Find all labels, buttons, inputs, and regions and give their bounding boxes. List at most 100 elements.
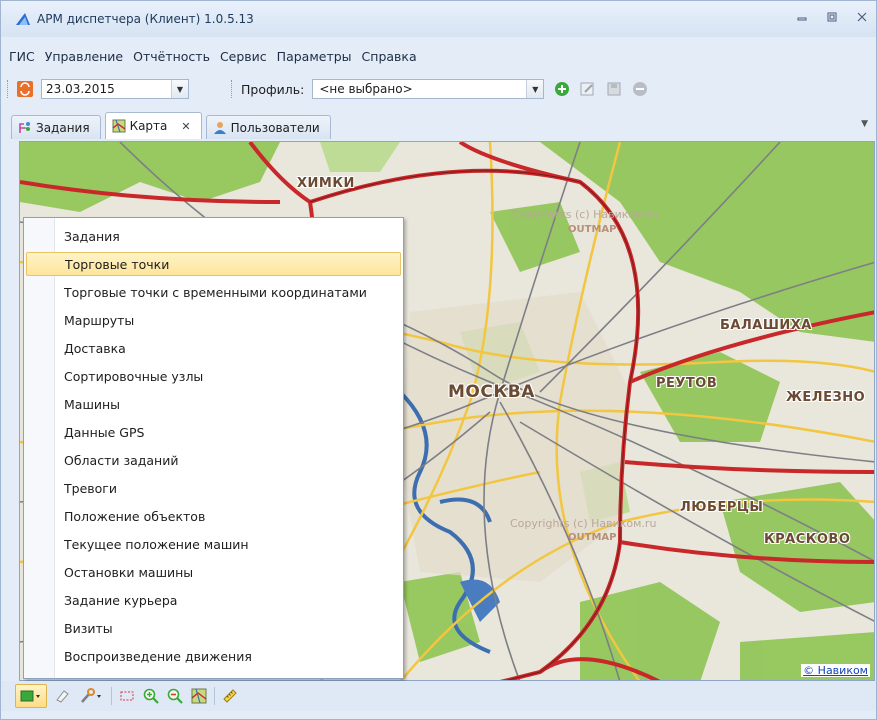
menu-item-label: Тревоги [64, 480, 117, 496]
profile-value: <не выбрано> [319, 82, 413, 96]
menu-bar: ГИС Управление Отчётность Сервис Парамет… [1, 45, 423, 67]
menu-item-label: Визиты [64, 620, 113, 636]
save-profile-icon[interactable] [606, 81, 622, 97]
map-view-icon [191, 688, 207, 704]
profile-select[interactable]: <не выбрано> ▼ [312, 79, 545, 99]
maximize-button[interactable] [824, 9, 840, 25]
map-icon [112, 119, 126, 133]
tab-users-label: Пользователи [230, 120, 320, 135]
zoom-in-icon [143, 688, 159, 704]
map-label-reutov: РЕУТОВ [656, 376, 718, 391]
date-dropdown-button[interactable]: ▼ [171, 80, 188, 98]
select-rect-button[interactable] [118, 687, 136, 705]
menu-item-label: Данные GPS [64, 424, 145, 440]
map-view-button[interactable] [190, 687, 208, 705]
toolbar-grip[interactable] [7, 80, 11, 98]
refresh-icon[interactable] [17, 81, 33, 97]
wrench-icon [81, 688, 101, 703]
menu-help[interactable]: Справка [358, 49, 421, 64]
layers-menu-item[interactable]: Доставка [26, 336, 401, 360]
layers-menu-item[interactable]: Тревоги [26, 476, 401, 500]
tabs-overflow-icon[interactable]: ▼ [861, 119, 868, 129]
tab-tasks[interactable]: Задания [11, 115, 101, 139]
menu-item-label: Задания [64, 228, 120, 244]
layers-menu-item[interactable]: Визиты [26, 616, 401, 640]
menu-item-label: Доставка [64, 340, 126, 356]
layers-menu: Задания Торговые точки Торговые точки с … [23, 217, 404, 679]
map-outmap-2: OUTMAP [568, 532, 617, 543]
map-label-zheleznodor: ЖЕЛЕЗНО [786, 390, 866, 405]
menu-item-label: Воспроизведение движения [64, 648, 252, 664]
layers-menu-item[interactable]: Данные GPS [26, 420, 401, 444]
toolbar-separator [214, 687, 215, 705]
menu-item-label: Машины [64, 396, 121, 412]
map-copyright-2: Copyrights (c) Навиком.ru [510, 517, 657, 530]
edit-profile-icon[interactable] [580, 81, 596, 97]
layers-menu-item[interactable]: Задания [26, 224, 401, 248]
toolbar-separator [111, 687, 112, 705]
map-label-lyubertsy: ЛЮБЕРЦЫ [680, 500, 764, 515]
map-outmap-1: OUTMAP [568, 224, 617, 235]
maximize-icon [827, 12, 837, 22]
tab-tasks-label: Задания [36, 120, 90, 135]
map-label-moskva: МОСКВА [448, 382, 535, 402]
map-label-kraskovo: КРАСКОВО [764, 532, 851, 547]
tab-map[interactable]: Карта ✕ [104, 112, 202, 139]
layers-button[interactable] [15, 684, 47, 708]
eraser-button[interactable] [53, 687, 71, 705]
menu-management[interactable]: Управление [41, 49, 127, 64]
map-label-balashikha: БАЛАШИХА [720, 318, 812, 333]
tab-users[interactable]: Пользователи [205, 115, 331, 139]
menu-item-label: Торговые точки [65, 256, 170, 272]
remove-profile-icon[interactable] [632, 81, 648, 97]
layers-menu-item-highlighted[interactable]: Торговые точки [26, 252, 401, 276]
title-bar: АРМ диспетчера (Клиент) 1.0.5.13 [1, 1, 876, 37]
menu-service[interactable]: Сервис [216, 49, 271, 64]
map-attribution-link[interactable]: © Навиком [801, 664, 870, 677]
layers-menu-item[interactable]: Сортировочные узлы [26, 364, 401, 388]
layers-menu-item[interactable]: Машины [26, 392, 401, 416]
menu-reports[interactable]: Отчётность [129, 49, 214, 64]
zoom-out-button[interactable] [166, 687, 184, 705]
zoom-in-button[interactable] [142, 687, 160, 705]
window-title: АРМ диспетчера (Клиент) 1.0.5.13 [37, 12, 254, 26]
layers-menu-item[interactable]: Остановки машины [26, 560, 401, 584]
app-logo-icon [16, 13, 30, 25]
menu-gis[interactable]: ГИС [5, 49, 39, 64]
minimize-icon [797, 17, 807, 21]
add-profile-icon[interactable] [554, 81, 570, 97]
layers-menu-item[interactable]: Торговые точки с временными координатами [26, 280, 401, 304]
main-toolbar: 23.03.2015 ▼ Профиль: <не выбрано> ▼ [1, 75, 876, 103]
tools-dropdown-button[interactable] [77, 687, 105, 705]
app-window: АРМ диспетчера (Клиент) 1.0.5.13 ГИС Упр… [0, 0, 877, 720]
layers-menu-item[interactable]: Маршруты [26, 308, 401, 332]
layers-menu-item[interactable]: Области заданий [26, 448, 401, 472]
menu-item-label: Задание курьера [64, 592, 178, 608]
users-icon [213, 121, 226, 134]
profile-label: Профиль: [241, 81, 305, 97]
menu-item-label: Текущее положение машин [64, 536, 249, 552]
menu-parameters[interactable]: Параметры [273, 49, 356, 64]
zoom-out-icon [167, 688, 183, 704]
eraser-icon [56, 690, 69, 703]
map-copyright-1: Copyrights (c) Навиком.ru [512, 208, 659, 221]
tab-close-icon[interactable]: ✕ [181, 120, 190, 133]
attribution-text[interactable]: © Навиком [803, 664, 868, 677]
layers-icon [20, 690, 40, 702]
ruler-button[interactable] [221, 687, 239, 705]
menu-item-label: Остановки машины [64, 564, 194, 580]
date-field[interactable]: 23.03.2015 ▼ [41, 79, 189, 99]
layers-menu-item[interactable]: Воспроизведение движения [26, 644, 401, 668]
layers-menu-item[interactable]: Положение объектов [26, 504, 401, 528]
toolbar-grip-2[interactable] [231, 80, 235, 98]
layers-menu-item[interactable]: Текущее положение машин [26, 532, 401, 556]
minimize-button[interactable] [794, 9, 810, 25]
tab-strip: Задания Карта ✕ Пользователи ▼ [1, 111, 876, 139]
menu-item-label: Торговые точки с временными координатами [64, 284, 367, 300]
tab-map-label: Карта [129, 119, 168, 133]
layers-menu-item[interactable]: Задание курьера [26, 588, 401, 612]
selection-rect-icon [120, 691, 134, 701]
profile-dropdown-button[interactable]: ▼ [526, 80, 544, 98]
close-button[interactable] [854, 9, 870, 25]
menu-item-label: Области заданий [64, 452, 179, 468]
